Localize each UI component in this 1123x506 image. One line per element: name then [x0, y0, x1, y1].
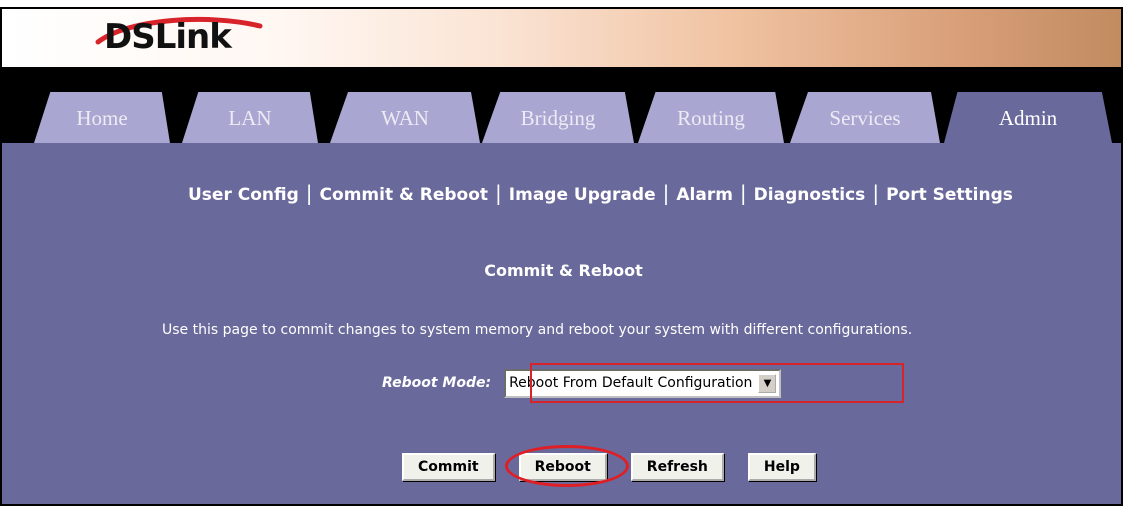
tab-services[interactable]: Services — [790, 92, 940, 143]
subnav-separator: | — [662, 181, 670, 205]
subnav-separator: | — [305, 181, 313, 205]
page-title: Commit & Reboot — [484, 261, 643, 280]
router-admin-window: DSLink Home LAN WAN Bridging Routing Ser… — [0, 7, 1123, 506]
subnav-alarm[interactable]: Alarm — [676, 185, 733, 205]
tab-routing[interactable]: Routing — [638, 92, 784, 143]
content-area: User Config | Commit & Reboot | Image Upgrad… — [2, 143, 1121, 504]
subnav-separator: | — [739, 181, 747, 205]
subnav-commit-reboot[interactable]: Commit & Reboot — [320, 185, 488, 205]
main-tabs: Home LAN WAN Bridging Routing Services A… — [2, 92, 1121, 143]
tab-bridging[interactable]: Bridging — [482, 92, 634, 143]
reboot-mode-label: Reboot Mode: — [382, 375, 492, 391]
admin-subnav: User Config | Commit & Reboot | Image Upgrad… — [188, 181, 1013, 205]
subnav-diagnostics[interactable]: Diagnostics — [754, 185, 866, 205]
refresh-button[interactable]: Refresh — [630, 453, 724, 481]
subnav-port-settings[interactable]: Port Settings — [886, 185, 1013, 205]
reboot-button-wrap: Reboot — [504, 445, 629, 487]
page-description: Use this page to commit changes to syste… — [162, 322, 913, 338]
subnav-separator: | — [872, 181, 880, 205]
brand-logo: DSLink — [104, 17, 232, 57]
tab-strip-top — [2, 67, 1121, 92]
tab-admin[interactable]: Admin — [944, 92, 1112, 143]
commit-button[interactable]: Commit — [402, 453, 495, 481]
help-button[interactable]: Help — [747, 453, 816, 481]
reboot-mode-row: Reboot Mode: Reboot From Default Configu… — [382, 363, 904, 403]
subnav-user-config[interactable]: User Config — [188, 185, 299, 205]
reboot-button[interactable]: Reboot — [518, 453, 607, 481]
tab-wan[interactable]: WAN — [330, 92, 480, 143]
tab-lan[interactable]: LAN — [182, 92, 318, 143]
subnav-separator: | — [495, 181, 502, 205]
header-banner: DSLink — [2, 9, 1121, 67]
action-buttons: Commit Reboot Refresh Help — [402, 445, 840, 487]
subnav-image-upgrade[interactable]: Image Upgrade — [509, 185, 656, 205]
tab-home[interactable]: Home — [34, 92, 170, 143]
highlight-rectangle — [530, 363, 904, 403]
